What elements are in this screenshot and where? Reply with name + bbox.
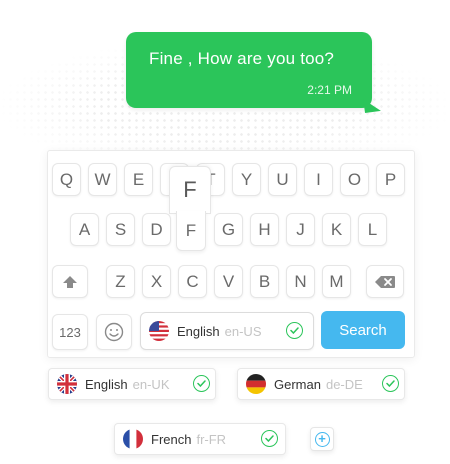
language-chip-german[interactable]: German de-DE xyxy=(237,368,405,400)
key-o[interactable]: O xyxy=(340,163,369,196)
key-w[interactable]: W xyxy=(88,163,117,196)
key-y[interactable]: Y xyxy=(232,163,261,196)
shift-arrow-icon xyxy=(63,275,77,288)
key-e[interactable]: E xyxy=(124,163,153,196)
language-chip-english-uk[interactable]: English en-UK xyxy=(48,368,216,400)
language-code: de-DE xyxy=(325,376,363,392)
key-n[interactable]: N xyxy=(286,265,315,298)
key-v[interactable]: V xyxy=(214,265,243,298)
chat-bubble: Fine , How are you too? 2:21 PM xyxy=(126,32,381,114)
key-j[interactable]: J xyxy=(286,213,315,246)
check-icon xyxy=(193,375,210,392)
key-d[interactable]: D xyxy=(142,213,171,246)
key-b[interactable]: B xyxy=(250,265,279,298)
check-icon xyxy=(382,375,399,392)
language-code: en-UK xyxy=(132,376,170,392)
key-a[interactable]: A xyxy=(70,213,99,246)
plus-icon: + xyxy=(314,431,330,447)
france-flag-icon xyxy=(123,429,143,449)
check-icon xyxy=(261,430,278,447)
key-s[interactable]: S xyxy=(106,213,135,246)
language-name: French xyxy=(151,431,192,447)
key-preview-popup: F xyxy=(169,166,211,214)
chat-message: Fine , How are you too? xyxy=(149,49,335,68)
language-code: fr-FR xyxy=(196,431,227,447)
backspace-icon xyxy=(375,275,395,288)
us-flag-icon xyxy=(149,321,169,341)
language-name: German xyxy=(274,376,321,392)
key-c[interactable]: C xyxy=(178,265,207,298)
message-time: 2:21 PM xyxy=(307,83,352,97)
key-k[interactable]: K xyxy=(322,213,351,246)
key-l[interactable]: L xyxy=(358,213,387,246)
search-button[interactable]: Search xyxy=(321,311,405,349)
emoji-key[interactable] xyxy=(96,314,132,350)
key-m[interactable]: M xyxy=(322,265,351,298)
key-q[interactable]: Q xyxy=(52,163,81,196)
current-language-name: English xyxy=(177,323,220,339)
key-x[interactable]: X xyxy=(142,265,171,298)
language-chip-french[interactable]: French fr-FR xyxy=(114,423,286,455)
backspace-key[interactable] xyxy=(366,265,404,298)
language-selector[interactable]: English en-US xyxy=(140,312,314,350)
key-z[interactable]: Z xyxy=(106,265,135,298)
numbers-key[interactable]: 123 xyxy=(52,314,88,350)
uk-flag-icon xyxy=(57,374,77,394)
germany-flag-icon xyxy=(246,374,266,394)
key-i[interactable]: I xyxy=(304,163,333,196)
key-g[interactable]: G xyxy=(214,213,243,246)
smiley-icon xyxy=(104,322,124,342)
key-f[interactable]: F xyxy=(176,211,206,251)
check-icon xyxy=(286,322,303,339)
add-language-button[interactable]: + xyxy=(310,427,334,451)
key-u[interactable]: U xyxy=(268,163,297,196)
key-h[interactable]: H xyxy=(250,213,279,246)
bubble-tail xyxy=(363,96,381,114)
language-name: English xyxy=(85,376,128,392)
current-language-code: en-US xyxy=(224,323,262,339)
shift-key[interactable] xyxy=(52,265,88,298)
key-p[interactable]: P xyxy=(376,163,405,196)
